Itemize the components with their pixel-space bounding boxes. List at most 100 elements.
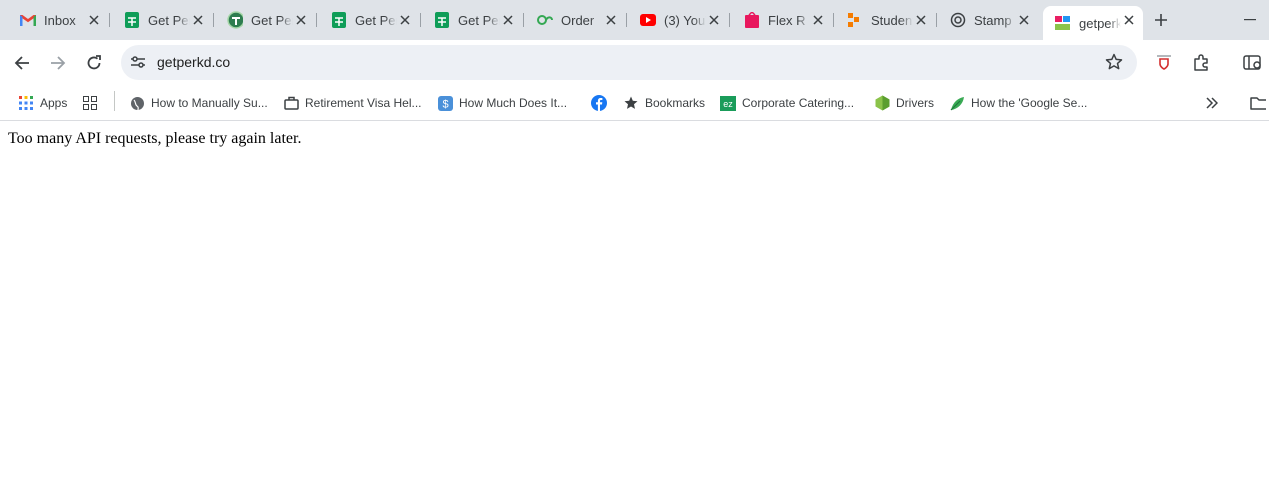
bookmark-drivers[interactable]: Drivers <box>874 91 934 115</box>
folder-icon <box>1250 95 1266 111</box>
site-settings-icon[interactable] <box>129 53 147 71</box>
bookmark-how-the-google[interactable]: How the 'Google Se... <box>949 91 1087 115</box>
tab-getperkd-active[interactable]: getperkd <box>1043 6 1143 40</box>
sheets-icon <box>331 12 347 28</box>
tab-order[interactable]: Order <box>525 6 627 34</box>
gmail-icon <box>20 12 36 28</box>
tab-title: Get Perkd <box>148 12 190 28</box>
tab-title: Get Perkd <box>251 12 293 28</box>
close-icon[interactable] <box>293 12 309 28</box>
bookmark-label: How Much Does It... <box>459 96 568 110</box>
tab-student[interactable]: Student <box>835 6 937 34</box>
ez-icon: ez <box>720 95 736 111</box>
tab-inbox[interactable]: Inbox <box>8 6 110 34</box>
bookmark-corporate-catering[interactable]: ez Corporate Catering... <box>720 91 854 115</box>
star-icon <box>623 95 639 111</box>
bookmark-bookmarks[interactable]: Bookmarks <box>623 91 705 115</box>
tab-title: Get Perkd <box>458 12 500 28</box>
tab-get-perkd-2[interactable]: Get Perkd <box>215 6 317 34</box>
back-button[interactable] <box>10 51 34 75</box>
bookmark-how-much-does-it[interactable]: $ How Much Does It... <box>437 91 567 115</box>
close-icon[interactable] <box>500 12 516 28</box>
tab-title: Student <box>871 12 913 28</box>
gift-icon <box>744 12 760 28</box>
bookmark-grid[interactable] <box>82 91 104 115</box>
grid-icon <box>82 95 98 111</box>
sheets-icon <box>434 12 450 28</box>
tab-separator <box>213 13 214 27</box>
close-icon[interactable] <box>706 12 722 28</box>
close-icon[interactable] <box>810 12 826 28</box>
bookmarks-separator <box>114 91 115 111</box>
tab-separator <box>626 13 627 27</box>
error-message: Too many API requests, please try again … <box>8 130 302 147</box>
extensions-puzzle-icon[interactable] <box>1190 52 1212 74</box>
tab-title: getperkd <box>1079 15 1121 31</box>
tab-youtube[interactable]: (3) YouTube <box>628 6 730 34</box>
openai-icon <box>950 12 966 28</box>
close-icon[interactable] <box>603 12 619 28</box>
orange-dots-icon <box>847 12 863 28</box>
side-panel-icon[interactable] <box>1242 52 1264 74</box>
tab-title: (3) YouTube <box>664 12 706 28</box>
dollar-icon: $ <box>437 95 453 111</box>
bookmark-how-to-manually[interactable]: How to Manually Su... <box>129 91 268 115</box>
tab-title: Order <box>561 12 595 28</box>
tab-title: Get Perkd <box>355 12 397 28</box>
youtube-icon <box>640 12 656 28</box>
tab-title: Flex R <box>768 12 806 28</box>
close-icon[interactable] <box>190 12 206 28</box>
link-icon <box>537 12 553 28</box>
close-icon[interactable] <box>913 12 929 28</box>
bookmark-apps[interactable]: Apps <box>18 91 67 115</box>
close-icon[interactable] <box>397 12 413 28</box>
close-icon[interactable] <box>1121 12 1137 28</box>
tab-separator <box>523 13 524 27</box>
sheets-icon <box>124 12 140 28</box>
address-bar[interactable]: getperkd.co <box>121 45 1137 80</box>
forward-button[interactable] <box>46 51 70 75</box>
perkd-icon <box>1055 15 1071 31</box>
tab-separator <box>420 13 421 27</box>
tab-title: Stamp <box>974 12 1012 28</box>
bookmark-retirement-visa[interactable]: Retirement Visa Hel... <box>283 91 422 115</box>
extension-shield-icon[interactable] <box>1153 52 1175 74</box>
close-icon[interactable] <box>86 12 102 28</box>
tab-separator <box>833 13 834 27</box>
minimize-button[interactable] <box>1240 10 1260 30</box>
hex-icon <box>874 95 890 111</box>
bookmark-label: Corporate Catering... <box>742 96 855 110</box>
tab-separator <box>109 13 110 27</box>
apps-grid-icon <box>18 95 34 111</box>
tab-get-perkd-1[interactable]: Get Perkd <box>112 6 214 34</box>
toolbar: getperkd.co <box>0 40 1269 86</box>
url-text[interactable]: getperkd.co <box>157 54 230 70</box>
reload-button[interactable] <box>82 51 106 75</box>
globe-icon <box>129 95 145 111</box>
green-circle-icon <box>227 11 243 29</box>
tab-separator <box>729 13 730 27</box>
close-icon[interactable] <box>1016 12 1032 28</box>
bookmark-star-icon[interactable] <box>1105 53 1123 71</box>
bookmark-label: Drivers <box>896 96 934 110</box>
bookmark-label: How to Manually Su... <box>151 96 268 110</box>
svg-text:$: $ <box>442 98 448 110</box>
facebook-icon <box>591 95 607 111</box>
all-bookmarks-folder[interactable] <box>1250 91 1269 115</box>
svg-text:ez: ez <box>723 99 733 109</box>
bookmark-label: How the 'Google Se... <box>971 96 1088 110</box>
bookmark-facebook[interactable] <box>591 91 613 115</box>
bookmark-label: Retirement Visa Hel... <box>305 96 422 110</box>
tab-stamp[interactable]: Stamp <box>938 6 1038 34</box>
tab-get-perkd-3[interactable]: Get Perkd <box>319 6 421 34</box>
tab-flex[interactable]: Flex R <box>732 6 834 34</box>
bookmark-label: Apps <box>40 96 68 110</box>
bookmark-label: Bookmarks <box>645 96 706 110</box>
bookmarks-bar: Apps How to Manually Su... Retirement Vi… <box>0 86 1269 121</box>
more-bookmarks-button[interactable] <box>1204 91 1226 115</box>
chevron-double-right-icon <box>1204 95 1220 111</box>
new-tab-button[interactable] <box>1151 10 1171 30</box>
tab-separator <box>936 13 937 27</box>
tab-strip: Inbox Get Perkd Get Perkd Get Perkd Get … <box>0 0 1269 40</box>
tab-get-perkd-4[interactable]: Get Perkd <box>422 6 524 34</box>
